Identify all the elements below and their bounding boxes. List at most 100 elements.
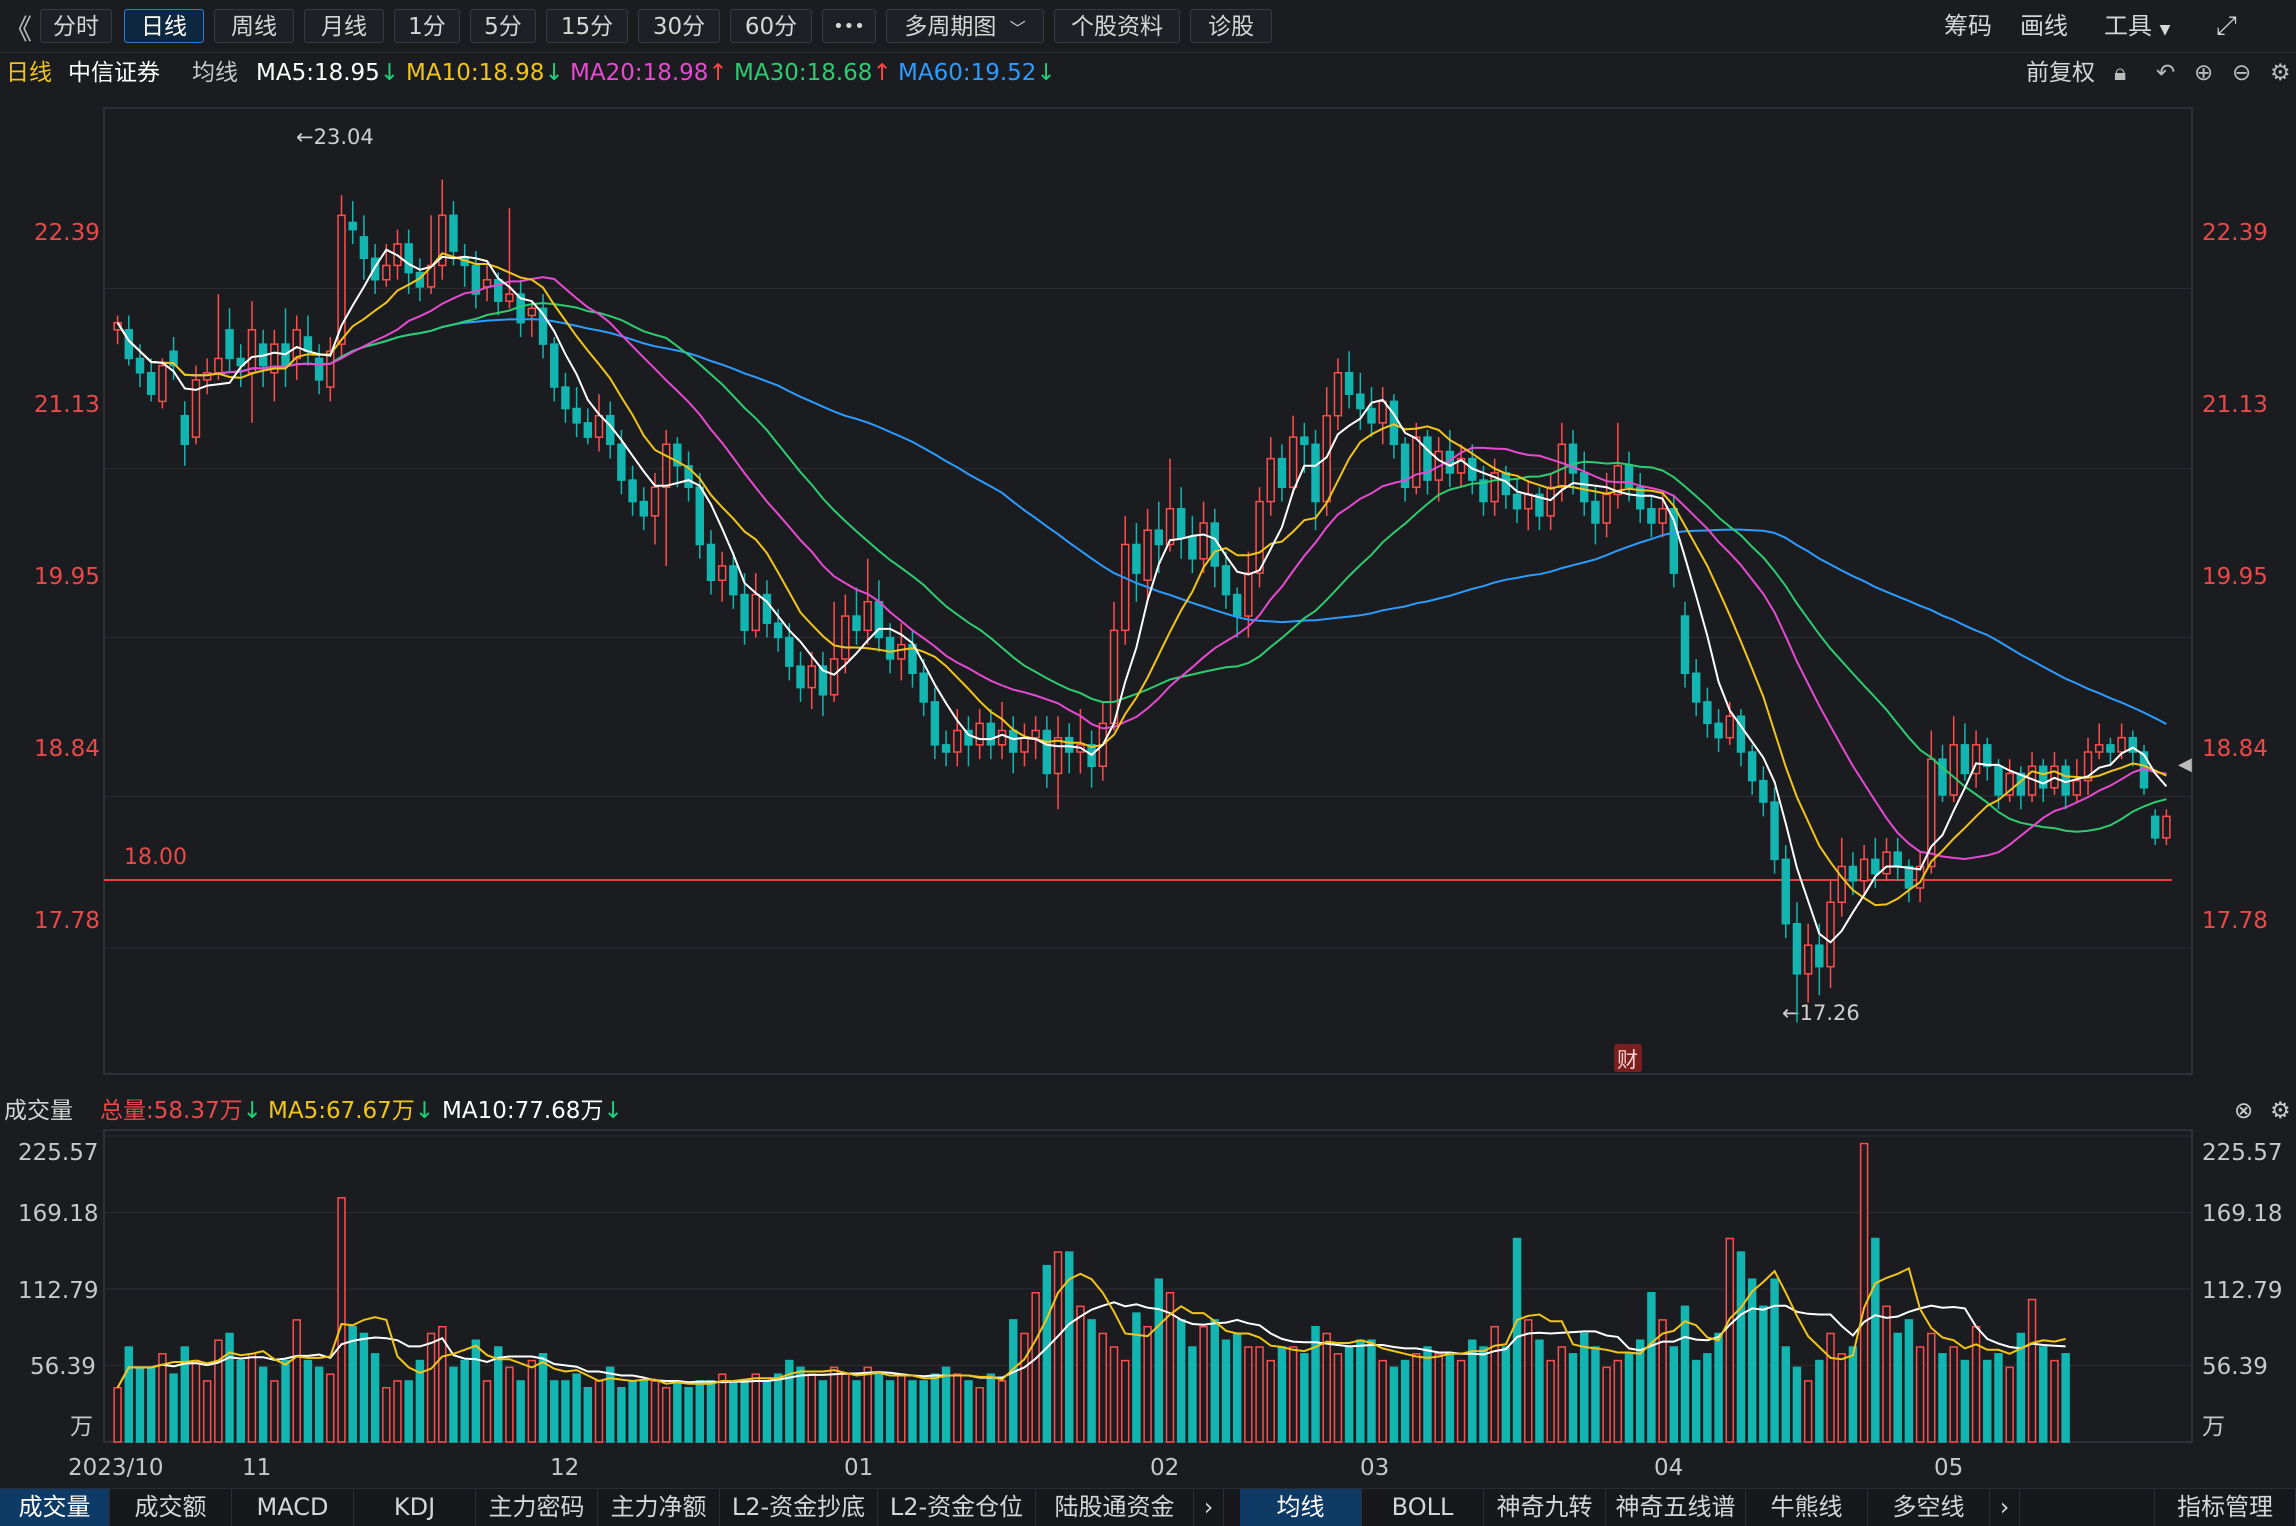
volume-tick-right-2: 169.18 — [2202, 1201, 2282, 1227]
candle-body — [1770, 801, 1779, 861]
candle-body — [1647, 507, 1656, 524]
candle-body — [1300, 436, 1309, 446]
volume-bar — [550, 1380, 559, 1443]
volume-bar — [1680, 1305, 1690, 1443]
tabs-scroll-right-icon-2[interactable]: › — [1990, 1489, 2020, 1526]
volume-bar — [1132, 1312, 1141, 1443]
volume-bar — [673, 1380, 682, 1443]
volume-bar — [1098, 1332, 1108, 1443]
price-tick-right-4: 18.84 — [2202, 736, 2268, 762]
price-tick-right-1: 22.39 — [2202, 220, 2268, 246]
volume-bar — [326, 1373, 335, 1443]
tab-long-short[interactable]: 多空线 — [1868, 1489, 1990, 1526]
candle-body — [1512, 493, 1522, 510]
tab-main-net[interactable]: 主力净额 — [598, 1489, 720, 1526]
price-tick-left-5: 17.78 — [34, 908, 100, 934]
tab-boll[interactable]: BOLL — [1362, 1489, 1484, 1526]
volume-bar — [1412, 1353, 1421, 1443]
tab-main-code[interactable]: 主力密码 — [476, 1489, 598, 1526]
volume-bar — [281, 1359, 290, 1443]
volume-bar — [158, 1353, 167, 1443]
volume-bar — [1602, 1366, 1611, 1443]
candle-body — [897, 643, 906, 660]
volume-bar — [1120, 1359, 1130, 1443]
indicator-manage-button[interactable]: 指标管理 — [2154, 1489, 2296, 1526]
volume-bar — [494, 1346, 503, 1443]
volume-bar — [1176, 1319, 1186, 1443]
candle-body — [1994, 765, 2003, 796]
kline-chart[interactable]: 22.39 21.13 19.95 18.84 17.78 22.39 21.1… — [0, 0, 2296, 1488]
volume-bar — [1803, 1380, 1813, 1443]
candle-body — [1792, 922, 1802, 975]
volume-bar — [706, 1380, 716, 1443]
volume-bar — [1468, 1339, 1477, 1443]
volume-bar — [1255, 1346, 1264, 1443]
candle-body — [494, 278, 503, 302]
candle-body — [785, 636, 794, 667]
candle-body — [292, 329, 301, 360]
volume-bar — [986, 1373, 996, 1443]
volume-bar — [997, 1380, 1007, 1443]
candle-body — [382, 264, 391, 281]
tab-l2-bottom[interactable]: L2-资金抄底 — [720, 1489, 878, 1526]
candle-body — [2117, 736, 2126, 753]
volume-bar — [1983, 1359, 1992, 1443]
ma5-line — [116, 248, 2168, 944]
volume-ma5: MA5:67.67万↓ — [268, 1093, 434, 1129]
candle-body — [1871, 858, 1880, 875]
candle-body — [841, 615, 850, 660]
tab-bull-bear[interactable]: 牛熊线 — [1746, 1489, 1868, 1526]
volume-bar — [538, 1353, 548, 1443]
tab-volume[interactable]: 成交量 — [0, 1489, 110, 1526]
tab-ma[interactable]: 均线 — [1240, 1489, 1362, 1526]
volume-bar — [740, 1380, 749, 1443]
candle-body — [135, 357, 145, 374]
volume-total: 总量:58.37万↓ — [100, 1093, 262, 1129]
low-marker: ←17.26 — [1782, 1001, 1860, 1025]
candle-body — [505, 293, 514, 302]
candle-body — [1658, 507, 1667, 524]
volume-bar — [258, 1366, 268, 1443]
candle-body — [717, 565, 727, 582]
volume-bar — [1143, 1325, 1152, 1443]
volume-bar — [113, 1386, 122, 1443]
volume-bar — [1109, 1346, 1119, 1443]
candle-body — [1725, 715, 1734, 739]
volume-bar — [270, 1380, 279, 1443]
volume-bar — [1333, 1353, 1343, 1443]
volume-bar — [404, 1380, 413, 1443]
candle-body — [303, 336, 313, 353]
tab-magic-nine[interactable]: 神奇九转 — [1484, 1489, 1606, 1526]
volume-bar — [1658, 1319, 1667, 1443]
close-pane-icon[interactable]: ⊗ — [2234, 1093, 2253, 1129]
volume-bar — [214, 1339, 223, 1443]
tab-turnover[interactable]: 成交额 — [110, 1489, 232, 1526]
tab-magic-five[interactable]: 神奇五线谱 — [1606, 1489, 1746, 1526]
volume-tick-right-5: 万 — [2202, 1414, 2225, 1440]
candle-body — [863, 600, 872, 632]
volume-bar — [1020, 1332, 1029, 1443]
tabs-scroll-right-icon[interactable]: › — [1194, 1489, 1224, 1526]
candle-body — [180, 414, 189, 446]
candle-body — [1154, 529, 1164, 546]
candle-body — [1815, 944, 1824, 968]
candle-body — [1143, 529, 1152, 582]
candle-body — [314, 357, 324, 381]
volume-bar — [1568, 1353, 1578, 1443]
candle-body — [1367, 407, 1376, 424]
volume-bar — [1949, 1346, 1958, 1443]
tab-macd[interactable]: MACD — [232, 1489, 354, 1526]
volume-title: 成交量 — [4, 1098, 73, 1124]
volume-bar — [1591, 1346, 1600, 1443]
volume-bar — [393, 1380, 402, 1443]
tab-kdj[interactable]: KDJ — [354, 1489, 476, 1526]
tab-l2-position[interactable]: L2-资金仓位 — [878, 1489, 1036, 1526]
candle-body — [740, 593, 749, 632]
pane-settings-gear-icon[interactable]: ⚙ — [2270, 1093, 2291, 1129]
volume-bar — [953, 1373, 962, 1443]
tab-northbound[interactable]: 陆股通资金 — [1036, 1489, 1194, 1526]
volume-bar — [1479, 1346, 1488, 1443]
volume-tick-left-5: 万 — [70, 1414, 93, 1440]
candle-body — [695, 486, 704, 546]
volume-bar — [1188, 1346, 1197, 1443]
